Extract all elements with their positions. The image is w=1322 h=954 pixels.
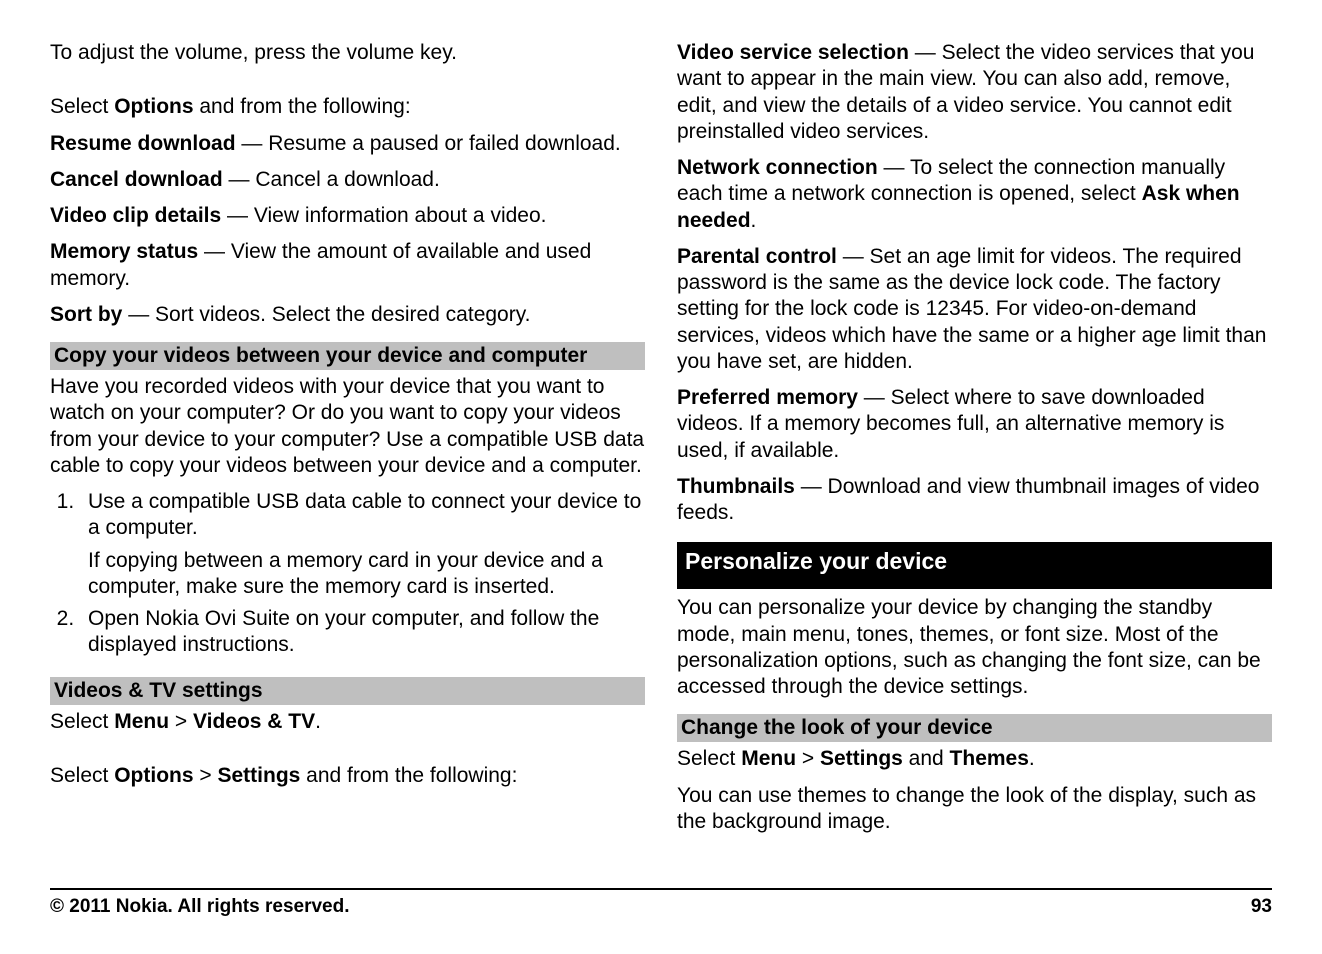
step-text: If copying between a memory card in your… — [88, 548, 645, 601]
body-text: Have you recorded videos with your devic… — [50, 374, 645, 479]
option-desc: — View information about a video. — [227, 204, 546, 227]
subsection-heading-copy-videos: Copy your videos between your device and… — [50, 342, 645, 370]
option-label: Resume download — [50, 132, 241, 155]
option-label: Thumbnails — [677, 475, 801, 498]
option-item: Cancel download — Cancel a download. — [50, 167, 645, 193]
text: . — [751, 209, 757, 232]
list-item: Open Nokia Ovi Suite on your computer, a… — [80, 606, 645, 659]
option-desc: — Sort videos. Select the desired catego… — [128, 303, 530, 326]
option-desc: — Cancel a download. — [229, 168, 440, 191]
copyright-text: © 2011 Nokia. All rights reserved. — [50, 896, 350, 918]
option-label: Video service selection — [677, 41, 915, 64]
body-text: Select Menu > Videos & TV. — [50, 709, 645, 735]
ui-label-menu: Menu — [114, 710, 175, 733]
text: > — [175, 710, 193, 733]
option-item: Sort by — Sort videos. Select the desire… — [50, 302, 645, 328]
text: Select — [50, 710, 114, 733]
ui-label-options: Options — [114, 95, 193, 118]
option-item: Parental control — Set an age limit for … — [677, 244, 1272, 375]
body-text: To adjust the volume, press the volume k… — [50, 40, 645, 66]
ui-label-menu: Menu — [741, 747, 802, 770]
page-number: 93 — [1251, 896, 1272, 918]
two-column-layout: To adjust the volume, press the volume k… — [50, 40, 1272, 840]
left-column: To adjust the volume, press the volume k… — [50, 40, 645, 840]
body-text: You can personalize your device by chang… — [677, 595, 1272, 700]
document-page: To adjust the volume, press the volume k… — [0, 0, 1322, 954]
numbered-steps: Use a compatible USB data cable to conne… — [50, 489, 645, 665]
option-label: Memory status — [50, 240, 204, 263]
subsection-heading-change-look: Change the look of your device — [677, 714, 1272, 742]
text: and — [903, 747, 950, 770]
text: Select — [50, 764, 114, 787]
ui-label-settings: Settings — [217, 764, 300, 787]
option-item: Video service selection — Select the vid… — [677, 40, 1272, 145]
option-label: Parental control — [677, 245, 843, 268]
option-label: Sort by — [50, 303, 128, 326]
text: Select — [50, 95, 114, 118]
option-item: Network connection — To select the conne… — [677, 155, 1272, 234]
option-desc: — Resume a paused or failed download. — [241, 132, 620, 155]
option-label: Preferred memory — [677, 386, 864, 409]
option-label: Video clip details — [50, 204, 227, 227]
text: > — [802, 747, 820, 770]
option-item: Memory status — View the amount of avail… — [50, 239, 645, 292]
page-footer: © 2011 Nokia. All rights reserved. 93 — [50, 888, 1272, 918]
text: > — [199, 764, 217, 787]
option-item: Video clip details — View information ab… — [50, 203, 645, 229]
section-heading-personalize: Personalize your device — [677, 542, 1272, 589]
ui-label-options: Options — [114, 764, 199, 787]
ui-label-themes: Themes — [950, 747, 1029, 770]
text: and from the following: — [194, 95, 411, 118]
option-label: Network connection — [677, 156, 884, 179]
option-label: Cancel download — [50, 168, 229, 191]
body-text: You can use themes to change the look of… — [677, 783, 1272, 836]
body-text: Select Options and from the following: — [50, 94, 645, 120]
text: Select — [677, 747, 741, 770]
step-text: Open Nokia Ovi Suite on your computer, a… — [88, 606, 645, 659]
right-column: Video service selection — Select the vid… — [677, 40, 1272, 840]
text: . — [1029, 747, 1035, 770]
subsection-heading-videos-tv-settings: Videos & TV settings — [50, 677, 645, 705]
option-item: Resume download — Resume a paused or fai… — [50, 131, 645, 157]
text: and from the following: — [300, 764, 517, 787]
option-item: Preferred memory — Select where to save … — [677, 385, 1272, 464]
ui-label-videos-tv: Videos & TV — [193, 710, 315, 733]
step-text: Use a compatible USB data cable to conne… — [88, 489, 645, 542]
body-text: Select Menu > Settings and Themes. — [677, 746, 1272, 772]
list-item: Use a compatible USB data cable to conne… — [80, 489, 645, 600]
ui-label-settings: Settings — [820, 747, 903, 770]
text: . — [315, 710, 321, 733]
body-text: Select Options > Settings and from the f… — [50, 763, 645, 789]
option-item: Thumbnails — Download and view thumbnail… — [677, 474, 1272, 527]
